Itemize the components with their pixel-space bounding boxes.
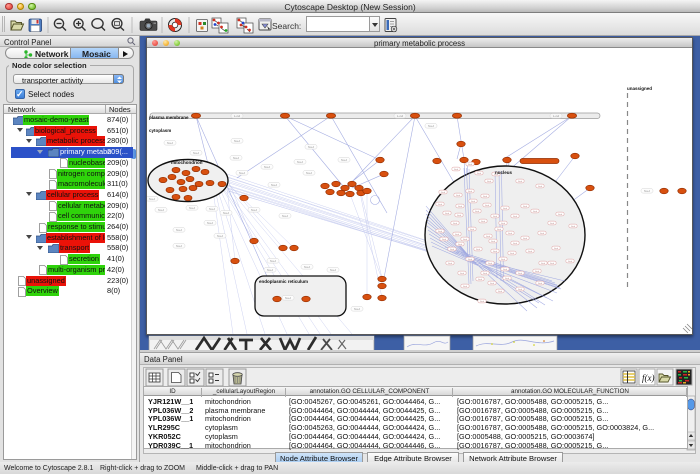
svg-text:Sta-d: Sta-d — [207, 221, 214, 225]
svg-text:L-nd: L-nd — [553, 114, 559, 118]
svg-text:Sta-d: Sta-d — [304, 265, 311, 269]
svg-text:Sta-d: Sta-d — [223, 211, 230, 215]
svg-text:Sta-d: Sta-d — [158, 208, 165, 212]
svg-text:Sta-d: Sta-d — [308, 145, 315, 149]
svg-text:Sta-d: Sta-d — [282, 214, 289, 218]
svg-text:unassigned: unassigned — [627, 86, 652, 91]
svg-text:Sta-d: Sta-d — [176, 244, 183, 248]
svg-text:L-nd: L-nd — [397, 114, 403, 118]
svg-text:plasma membrane: plasma membrane — [149, 115, 189, 120]
svg-text:Sta-d: Sta-d — [239, 171, 246, 175]
svg-text:cytoplasm: cytoplasm — [149, 128, 171, 133]
svg-text:L-nd: L-nd — [234, 114, 240, 118]
svg-text:Sta-d: Sta-d — [167, 141, 174, 145]
svg-text:Sta-d: Sta-d — [264, 165, 271, 169]
svg-text:Sta-d: Sta-d — [149, 197, 156, 201]
svg-text:Sta-d: Sta-d — [176, 228, 183, 232]
svg-text:Sta-d: Sta-d — [251, 208, 258, 212]
svg-text:Sta-d: Sta-d — [341, 158, 348, 162]
svg-text:Sta-d: Sta-d — [354, 307, 361, 311]
svg-text:Sta-d: Sta-d — [209, 207, 216, 211]
svg-text:Sta-d: Sta-d — [271, 183, 278, 187]
svg-text:Sta-d: Sta-d — [217, 234, 224, 238]
svg-text:Sta-d: Sta-d — [270, 259, 277, 263]
svg-text:Sta-d: Sta-d — [428, 124, 435, 128]
svg-text:f(x): f(x) — [642, 373, 655, 383]
svg-text:Sta-d: Sta-d — [297, 160, 304, 164]
svg-text:Sta-d: Sta-d — [285, 296, 292, 300]
svg-text:mitochondrion: mitochondrion — [171, 160, 203, 165]
svg-text:Sta-d: Sta-d — [306, 171, 313, 175]
svg-text:Sta-d: Sta-d — [193, 151, 200, 155]
svg-text:Sta-d: Sta-d — [233, 156, 240, 160]
svg-text:Sta-d: Sta-d — [330, 268, 337, 272]
svg-text:nucleus: nucleus — [495, 170, 513, 175]
svg-text:Sta-d: Sta-d — [189, 206, 196, 210]
svg-text:endoplasmic reticulum: endoplasmic reticulum — [259, 279, 308, 284]
svg-text:Sta-d: Sta-d — [267, 268, 274, 272]
svg-text:Sta-d: Sta-d — [234, 139, 241, 143]
svg-text:Sta-d: Sta-d — [644, 189, 651, 193]
